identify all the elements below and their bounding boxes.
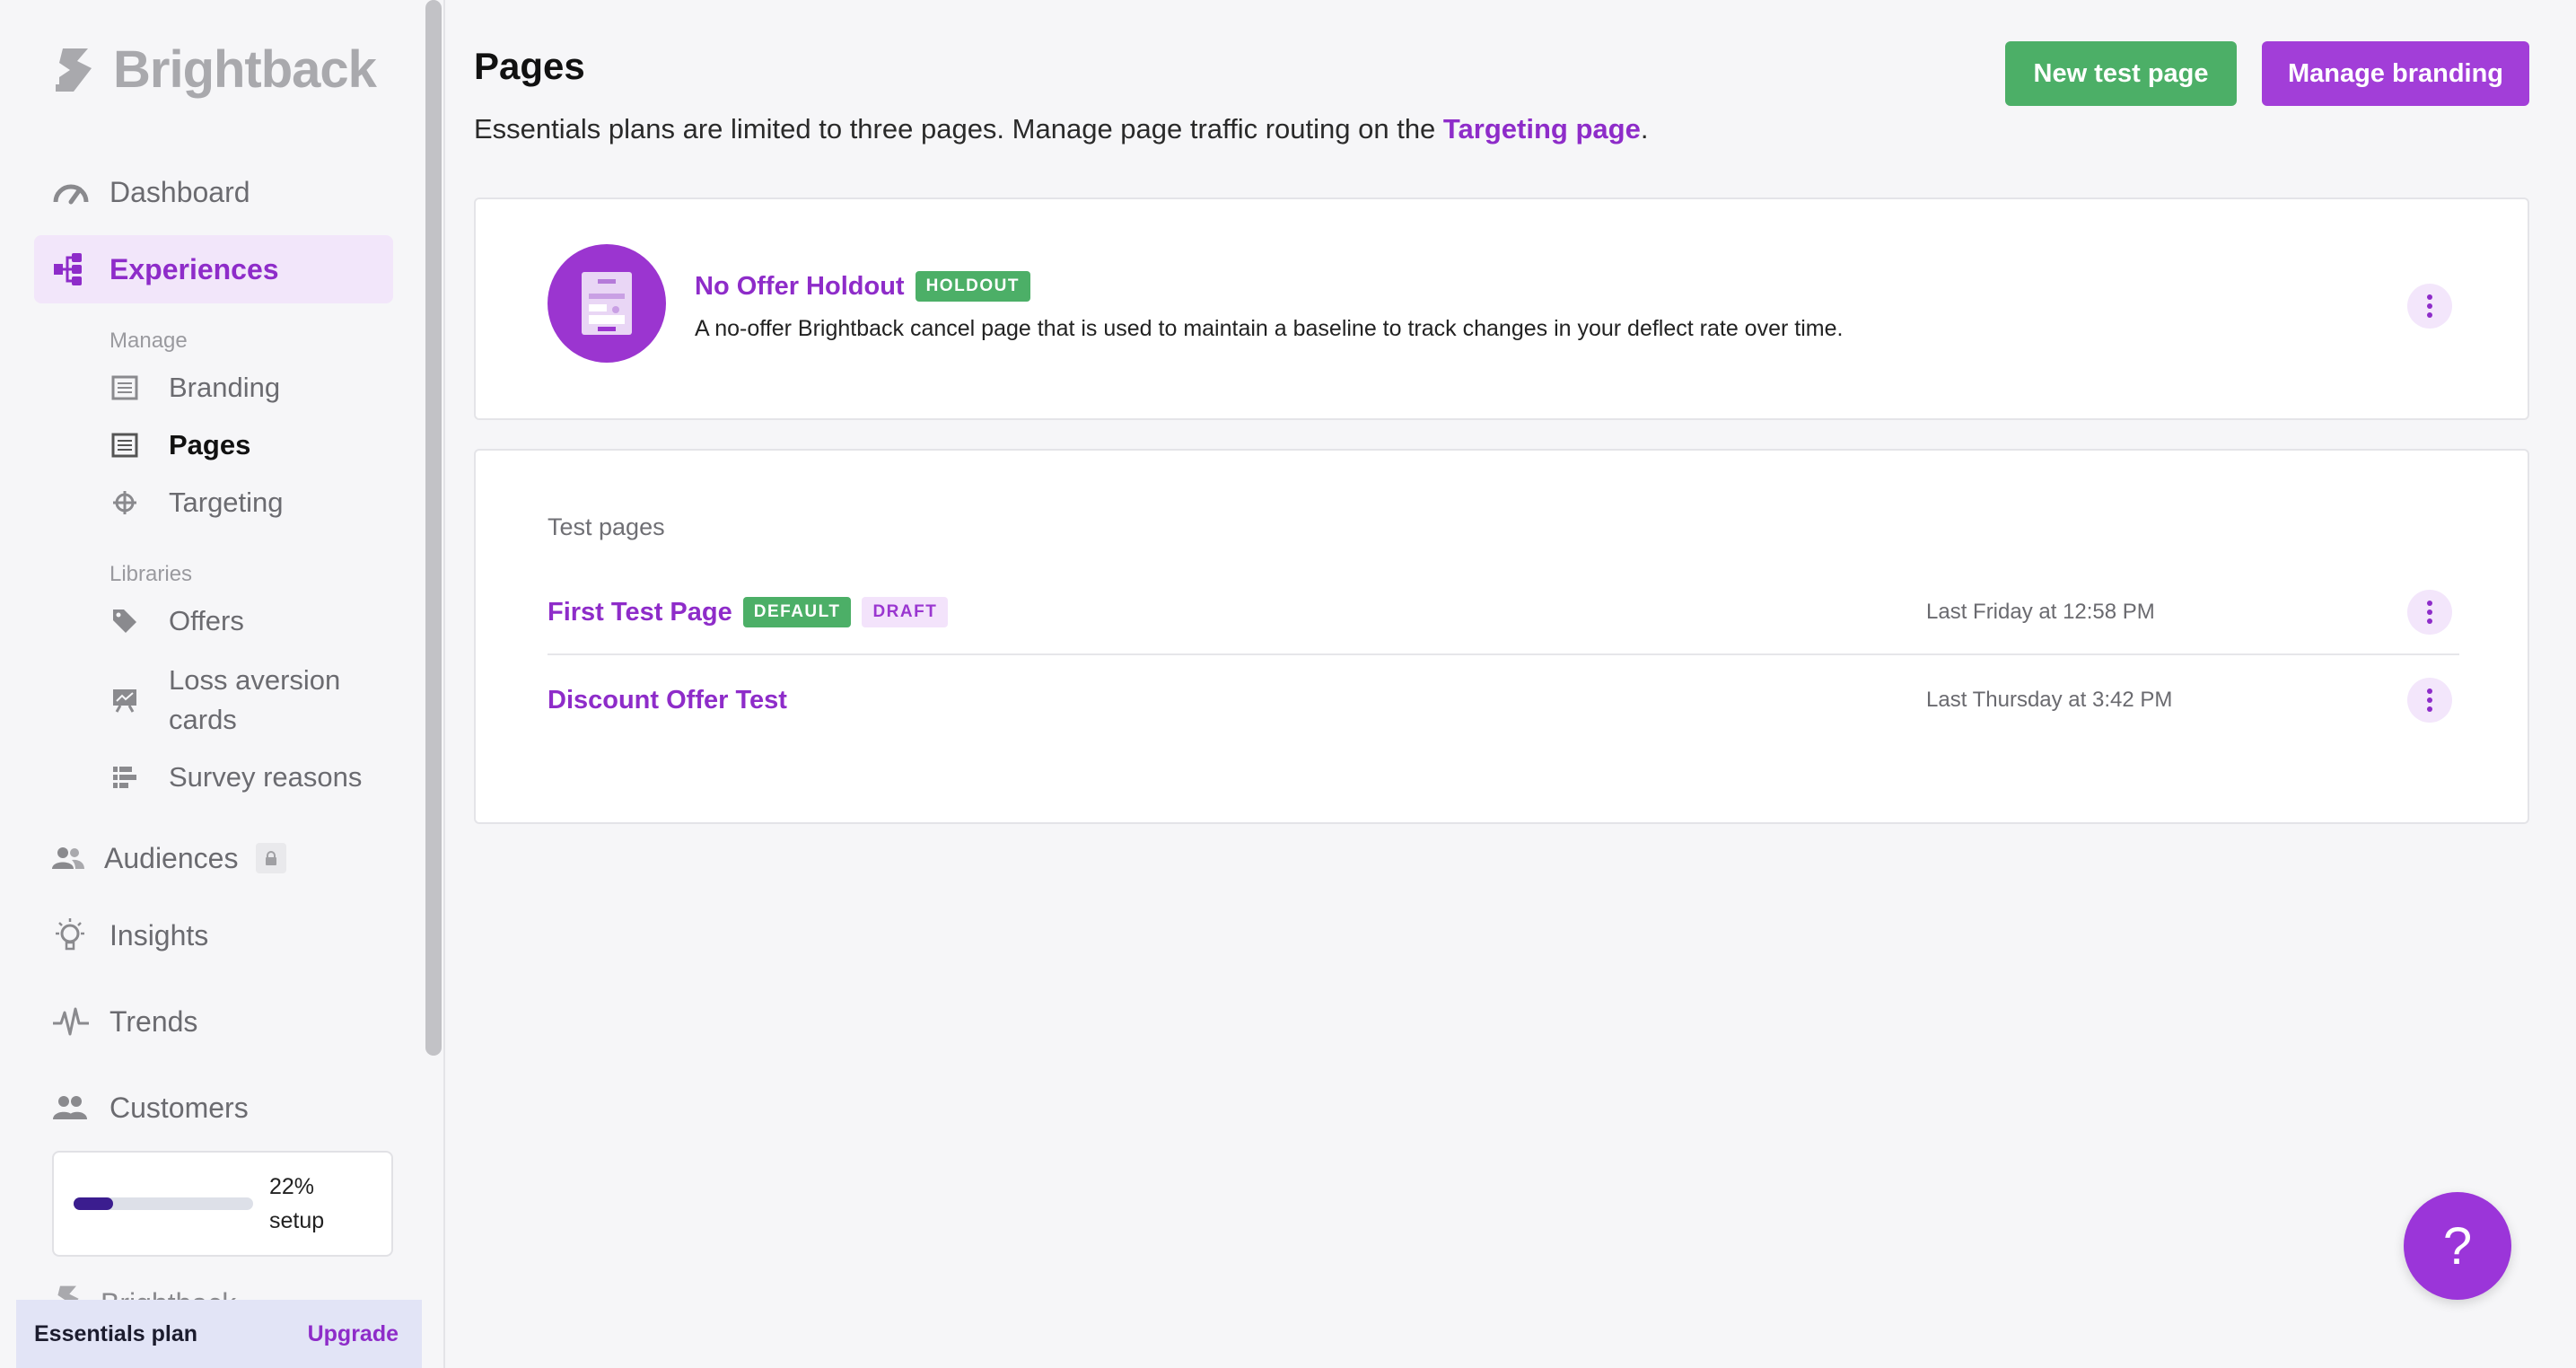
- nav-pages[interactable]: Pages: [111, 425, 399, 465]
- nav-offers[interactable]: Offers: [111, 601, 399, 641]
- draft-badge: DRAFT: [862, 597, 949, 627]
- libraries-heading: Libraries: [110, 562, 193, 586]
- document-icon: [111, 368, 147, 408]
- row-divider: [548, 653, 2459, 655]
- nav-survey-reasons-label: Survey reasons: [169, 761, 363, 793]
- test-pages-card: Test pages First Test Page DEFAULT DRAFT…: [474, 449, 2529, 824]
- last-updated: Last Friday at 12:58 PM: [1926, 600, 2155, 624]
- nav-loss-aversion-cards[interactable]: Loss aversion cards: [111, 661, 399, 740]
- nav-targeting-label: Targeting: [169, 487, 284, 518]
- setup-progress-fill: [74, 1197, 113, 1210]
- lightbulb-icon: [52, 917, 93, 953]
- nav-insights[interactable]: Insights: [34, 901, 393, 969]
- nav-audiences[interactable]: Audiences: [34, 824, 393, 892]
- nav-loss-aversion-label: Loss aversion cards: [169, 661, 340, 740]
- nav-offers-label: Offers: [169, 605, 244, 636]
- document-icon: [111, 425, 147, 465]
- setup-progress-bar: [74, 1197, 253, 1210]
- crosshair-icon: [111, 483, 147, 522]
- survey-bars-icon: [111, 758, 147, 797]
- nav-experiences[interactable]: Experiences: [34, 235, 393, 303]
- page-document-icon: [548, 244, 666, 363]
- brand-logo[interactable]: Brightback: [50, 39, 377, 100]
- sidebar: Brightback Dashboard Experiences Manage …: [0, 0, 422, 1368]
- plan-bar: Essentials plan Upgrade: [16, 1300, 422, 1368]
- test-pages-heading: Test pages: [548, 513, 665, 540]
- last-updated: Last Thursday at 3:42 PM: [1926, 688, 2173, 712]
- test-page-link[interactable]: First Test Page: [548, 598, 732, 627]
- setup-progress-card[interactable]: 22% setup: [52, 1151, 393, 1257]
- manage-branding-button[interactable]: Manage branding: [2262, 41, 2529, 106]
- pulse-icon: [52, 1005, 93, 1038]
- holdout-card: No Offer Holdout HOLDOUT A no-offer Brig…: [474, 197, 2529, 420]
- sidebar-scrollbar-thumb[interactable]: [425, 0, 442, 1056]
- page-description-text: Essentials plans are limited to three pa…: [474, 113, 1443, 145]
- nav-branding-label: Branding: [169, 372, 281, 403]
- page-title: Pages: [474, 45, 585, 87]
- nav-branding[interactable]: Branding: [111, 368, 399, 408]
- test-page-link[interactable]: Discount Offer Test: [548, 686, 787, 715]
- plan-name: Essentials plan: [34, 1320, 198, 1346]
- upgrade-link[interactable]: Upgrade: [308, 1321, 399, 1347]
- nav-pages-label: Pages: [169, 429, 251, 460]
- tag-icon: [111, 601, 147, 641]
- help-button[interactable]: ?: [2404, 1192, 2511, 1300]
- setup-percent: 22%: [269, 1174, 315, 1199]
- holdout-description: A no-offer Brightback cancel page that i…: [695, 316, 1844, 341]
- nav-trends-label: Trends: [110, 1004, 198, 1038]
- nav-loss-aversion-line2: cards: [169, 704, 237, 735]
- nav-insights-label: Insights: [110, 918, 209, 951]
- flow-tree-icon: [52, 251, 93, 287]
- table-row[interactable]: Discount Offer Test Last Thursday at 3:4…: [548, 657, 2459, 743]
- nav-targeting[interactable]: Targeting: [111, 483, 399, 522]
- presentation-chart-icon: [111, 661, 147, 740]
- nav-dashboard-label: Dashboard: [110, 175, 250, 208]
- new-test-page-button[interactable]: New test page: [2005, 41, 2237, 106]
- holdout-badge: HOLDOUT: [915, 271, 1031, 302]
- nav-customers[interactable]: Customers: [34, 1074, 393, 1142]
- setup-progress-text: 22% setup: [269, 1170, 324, 1238]
- row-more-menu-icon[interactable]: [2407, 678, 2452, 723]
- nav-dashboard[interactable]: Dashboard: [34, 158, 393, 226]
- targeting-page-link[interactable]: Targeting page: [1443, 113, 1641, 145]
- page-description-suffix: .: [1640, 113, 1649, 145]
- holdout-title-row: No Offer Holdout HOLDOUT: [695, 271, 1031, 302]
- nav-trends[interactable]: Trends: [34, 987, 393, 1056]
- nav-survey-reasons[interactable]: Survey reasons: [111, 758, 399, 797]
- lock-icon: [256, 843, 287, 873]
- setup-label: setup: [269, 1208, 325, 1233]
- nav-experiences-label: Experiences: [110, 252, 279, 285]
- people-icon: [52, 1094, 93, 1121]
- holdout-page-link[interactable]: No Offer Holdout: [695, 272, 905, 302]
- brand-name: Brightback: [113, 40, 377, 99]
- holdout-more-menu-icon[interactable]: [2407, 284, 2452, 329]
- nav-audiences-label: Audiences: [104, 841, 239, 874]
- brightback-logo-icon: [56, 48, 92, 92]
- manage-heading: Manage: [110, 329, 188, 353]
- people-icon: [52, 846, 88, 871]
- page-description: Essentials plans are limited to three pa…: [474, 113, 1648, 145]
- gauge-icon: [52, 179, 93, 206]
- table-row[interactable]: First Test Page DEFAULT DRAFT Last Frida…: [548, 569, 2459, 655]
- default-badge: DEFAULT: [742, 597, 852, 627]
- nav-customers-label: Customers: [110, 1091, 249, 1124]
- row-more-menu-icon[interactable]: [2407, 590, 2452, 635]
- nav-loss-aversion-line1: Loss aversion: [169, 664, 341, 696]
